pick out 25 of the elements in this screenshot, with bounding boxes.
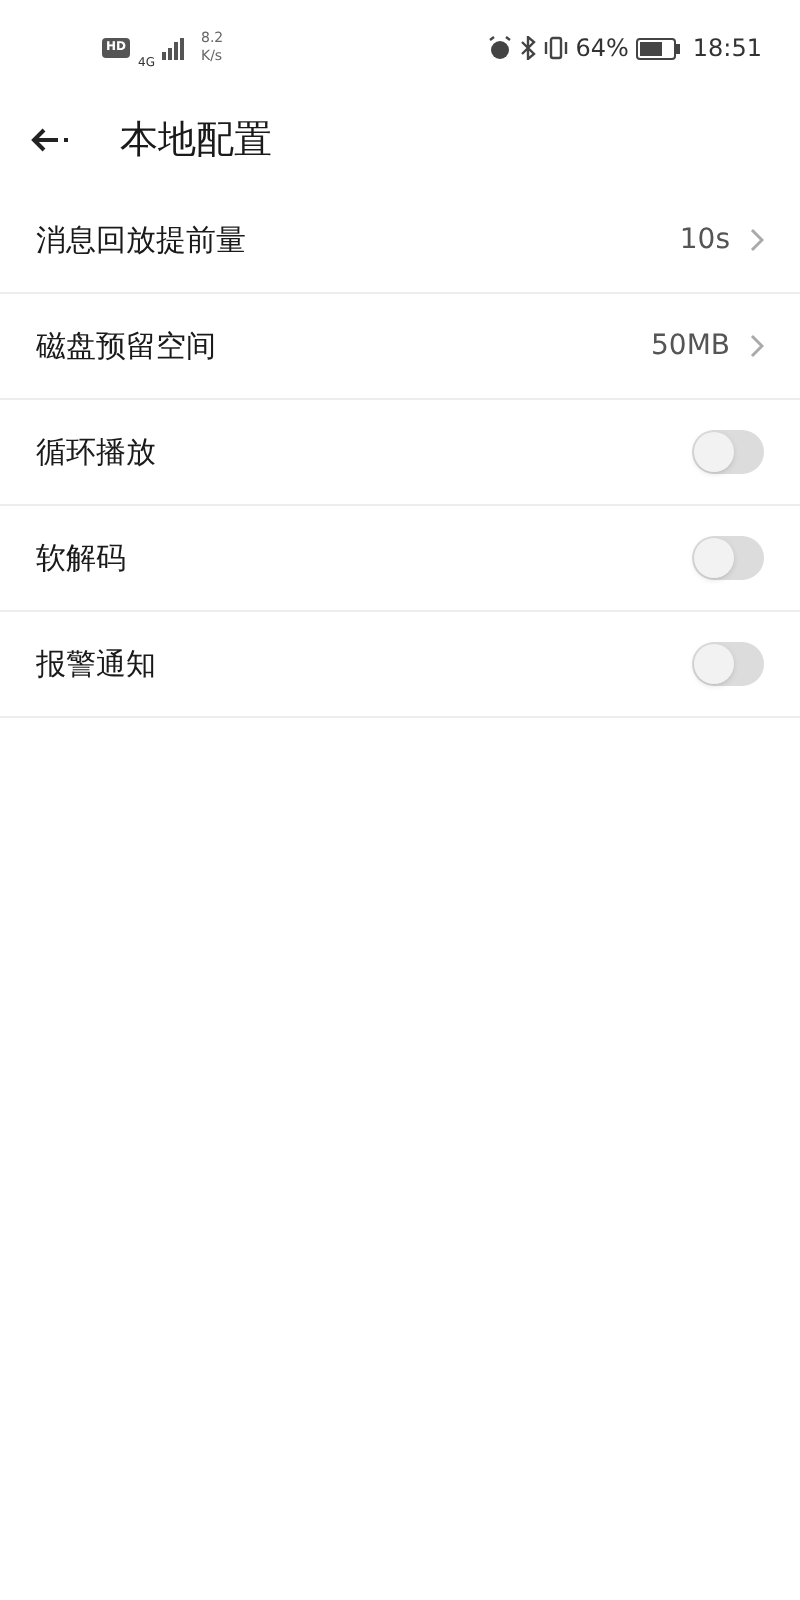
settings-row[interactable]: 磁盘预留空间 50MB [0, 294, 800, 400]
bluetooth-icon [519, 36, 536, 60]
toggle-switch[interactable] [692, 642, 764, 686]
chevron-icon [750, 334, 764, 358]
setting-label: 循环播放 [36, 431, 156, 474]
setting-label: 消息回放提前量 [36, 219, 246, 262]
setting-label: 报警通知 [36, 643, 156, 686]
setting-value: 50MB [651, 327, 730, 365]
vibrate-icon [543, 36, 568, 60]
settings-row[interactable]: 报警通知 [0, 612, 800, 718]
alarm-icon [487, 36, 512, 60]
chevron-icon [750, 228, 764, 252]
setting-value: 10s [679, 221, 730, 259]
settings-row[interactable]: 软解码 [0, 506, 800, 612]
clock: 18:51 [692, 32, 762, 66]
settings-row[interactable]: 消息回放提前量 10s [0, 188, 800, 294]
battery-percent: 64% [575, 32, 629, 66]
signal-icon [162, 37, 187, 59]
toggle-switch[interactable] [692, 536, 764, 580]
page-title: 本地配置 [120, 115, 272, 166]
settings-row[interactable]: 循环播放 [0, 400, 800, 506]
setting-label: 软解码 [36, 537, 126, 580]
battery-icon [636, 37, 681, 59]
toggle-switch[interactable] [692, 430, 764, 474]
setting-label: 磁盘预留空间 [36, 325, 216, 368]
